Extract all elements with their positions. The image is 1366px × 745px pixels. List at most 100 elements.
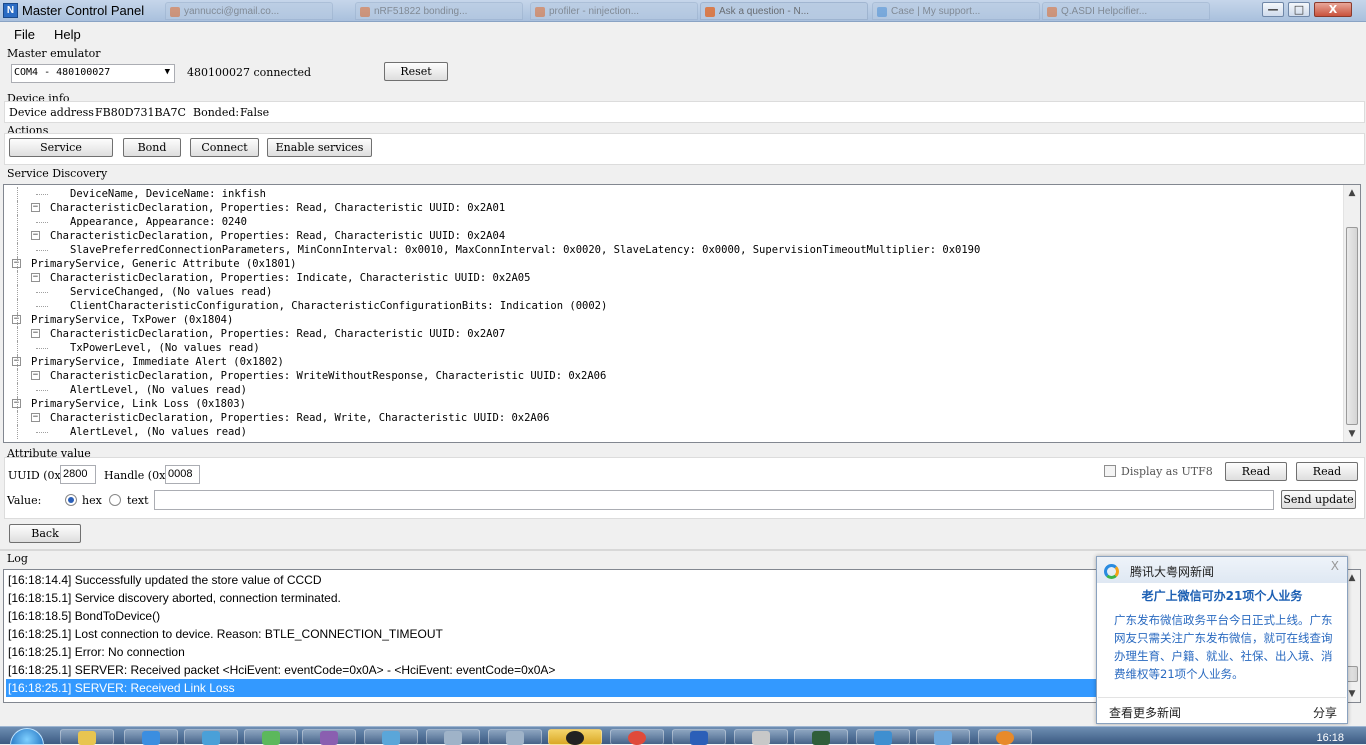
tree-guide bbox=[17, 243, 18, 257]
back-button[interactable]: Back bbox=[9, 524, 81, 543]
read-button-2[interactable]: Read bbox=[1296, 462, 1358, 481]
tree-row-service[interactable]: − PrimaryService, Generic Attribute (0x18… bbox=[4, 257, 1334, 271]
send-update-button[interactable]: Send update bbox=[1281, 490, 1356, 509]
taskbar-green-app[interactable] bbox=[244, 729, 298, 745]
tree-row-descriptor[interactable]: ServiceChanged, (No values read) bbox=[4, 285, 1334, 299]
background-tab-1[interactable]: yannucci@gmail.co... bbox=[165, 2, 333, 20]
tree-row-descriptor[interactable]: AlertLevel, (No values read) bbox=[4, 383, 1334, 397]
taskbar-chrome[interactable] bbox=[610, 729, 664, 745]
connect-button[interactable]: Connect bbox=[190, 138, 259, 157]
tree-guide bbox=[17, 215, 18, 229]
start-orb-icon[interactable] bbox=[10, 728, 44, 745]
taskbar-firefox[interactable] bbox=[978, 729, 1032, 745]
news-popup[interactable]: 腾讯大粤网新闻 X 老广上微信可办21项个人业务 广东发布微信政务平台今日正式上… bbox=[1096, 556, 1348, 724]
popup-headline[interactable]: 老广上微信可办21项个人业务 bbox=[1097, 587, 1347, 604]
app-icon: N bbox=[3, 3, 18, 18]
tree-row-descriptor[interactable]: TxPowerLevel, (No values read) bbox=[4, 341, 1334, 355]
scroll-up-icon[interactable]: ▲ bbox=[1344, 185, 1360, 201]
collapse-icon[interactable]: − bbox=[31, 371, 40, 380]
taskbar-qq[interactable] bbox=[548, 729, 602, 745]
text-radio[interactable] bbox=[109, 494, 121, 506]
menu-file[interactable]: File bbox=[14, 27, 35, 42]
taskbar-window-1[interactable] bbox=[426, 729, 480, 745]
tree-row-service[interactable]: − PrimaryService, TxPower (0x1804) bbox=[4, 313, 1334, 327]
close-button[interactable]: X bbox=[1314, 2, 1352, 17]
tree-row-characteristic[interactable]: − CharacteristicDeclaration, Properties: … bbox=[4, 201, 1334, 215]
collapse-icon[interactable]: − bbox=[31, 203, 40, 212]
tree-row-label: CharacteristicDeclaration, Properties: R… bbox=[50, 230, 506, 242]
scroll-thumb[interactable] bbox=[1346, 227, 1358, 425]
reset-button[interactable]: Reset bbox=[384, 62, 448, 81]
service-button[interactable]: Service bbox=[9, 138, 113, 157]
tree-guide bbox=[17, 229, 18, 243]
tree-row-characteristic[interactable]: − CharacteristicDeclaration, Properties: … bbox=[4, 327, 1334, 341]
taskbar-window-4[interactable] bbox=[916, 729, 970, 745]
scroll-down-icon[interactable]: ▼ bbox=[1344, 426, 1360, 442]
taskbar-media[interactable] bbox=[184, 729, 238, 745]
tree-row-characteristic[interactable]: − CharacteristicDeclaration, Properties: … bbox=[4, 411, 1334, 425]
tree-row-descriptor[interactable]: DeviceName, DeviceName: inkfish bbox=[4, 187, 1334, 201]
tree-guide bbox=[17, 425, 18, 439]
ie-icon bbox=[142, 731, 160, 745]
background-tab-6[interactable]: Q.ASDI Helpcifier... bbox=[1042, 2, 1210, 20]
taskbar-terminal[interactable] bbox=[794, 729, 848, 745]
taskbar-word[interactable] bbox=[672, 729, 726, 745]
collapse-icon[interactable]: − bbox=[31, 329, 40, 338]
taskbar-archive[interactable] bbox=[302, 729, 356, 745]
tree-scrollbar[interactable]: ▲ ▼ bbox=[1343, 185, 1360, 442]
taskbar-window-3[interactable] bbox=[734, 729, 788, 745]
tree-guide bbox=[17, 383, 18, 397]
tree-row-service[interactable]: − PrimaryService, Link Loss (0x1803) bbox=[4, 397, 1334, 411]
handle-input[interactable]: 0008 bbox=[165, 465, 200, 484]
tree-connector bbox=[36, 432, 48, 433]
taskbar-clock[interactable]: 16:18 bbox=[1316, 732, 1344, 744]
window-title: Master Control Panel bbox=[22, 3, 145, 18]
background-tab-3[interactable]: profiler - ninjection... bbox=[530, 2, 698, 20]
tree-row-descriptor[interactable]: ClientCharacteristicConfiguration, Chara… bbox=[4, 299, 1334, 313]
tree-row-descriptor[interactable]: Appearance, Appearance: 0240 bbox=[4, 215, 1334, 229]
bond-button[interactable]: Bond bbox=[123, 138, 181, 157]
read-button-1[interactable]: Read bbox=[1225, 462, 1287, 481]
tree-connector bbox=[36, 306, 48, 307]
hex-radio[interactable] bbox=[65, 494, 77, 506]
qq-penguin-icon bbox=[566, 731, 584, 745]
value-input[interactable] bbox=[154, 490, 1274, 510]
maximize-button[interactable]: □ bbox=[1288, 2, 1310, 17]
collapse-icon[interactable]: − bbox=[31, 231, 40, 240]
taskbar-ie[interactable] bbox=[124, 729, 178, 745]
tree-row-service[interactable]: − PrimaryService, Immediate Alert (0x1802… bbox=[4, 355, 1334, 369]
device-address-value: FB80D731BA7C bbox=[95, 106, 186, 119]
tree-row-label: CharacteristicDeclaration, Properties: R… bbox=[50, 412, 550, 424]
tree-row-descriptor[interactable]: SlavePreferredConnectionParameters, MinC… bbox=[4, 243, 1334, 257]
tree-row-label: SlavePreferredConnectionParameters, MinC… bbox=[70, 244, 981, 256]
popup-share-link[interactable]: 分享 bbox=[1313, 704, 1337, 721]
service-tree[interactable]: DeviceName, DeviceName: inkfish − Characte… bbox=[3, 184, 1361, 443]
popup-close-icon[interactable]: X bbox=[1331, 559, 1339, 573]
enable-services-button[interactable]: Enable services bbox=[267, 138, 372, 157]
background-tab-5[interactable]: Case | My support... bbox=[872, 2, 1040, 20]
tree-connector bbox=[36, 194, 48, 195]
tree-row-characteristic[interactable]: − CharacteristicDeclaration, Properties: … bbox=[4, 229, 1334, 243]
port-select[interactable]: COM4 - 480100027 ▼ bbox=[11, 64, 175, 83]
taskbar-explorer[interactable] bbox=[60, 729, 114, 745]
splitter[interactable] bbox=[0, 549, 1366, 551]
display-utf8-checkbox[interactable] bbox=[1104, 465, 1116, 477]
minimize-button[interactable]: — bbox=[1262, 2, 1284, 17]
menu-help[interactable]: Help bbox=[54, 27, 81, 42]
taskbar-vs[interactable] bbox=[856, 729, 910, 745]
vs-icon bbox=[874, 731, 892, 745]
background-tab-2[interactable]: nRF51822 bonding... bbox=[355, 2, 523, 20]
popup-more-link[interactable]: 查看更多新闻 bbox=[1109, 704, 1181, 721]
uuid-input[interactable]: 2800 bbox=[60, 465, 96, 484]
popup-body[interactable]: 广东发布微信政务平台今日正式上线。广东网友只需关注广东发布微信，就可在线查询办理… bbox=[1114, 611, 1336, 683]
tree-row-characteristic[interactable]: − CharacteristicDeclaration, Properties: … bbox=[4, 369, 1334, 383]
menu-bar: File Help bbox=[0, 23, 1366, 45]
background-tab-4[interactable]: Ask a question - N... bbox=[700, 2, 868, 20]
taskbar-search[interactable] bbox=[364, 729, 418, 745]
title-bar[interactable]: N Master Control Panel yannucci@gmail.co… bbox=[0, 0, 1366, 22]
collapse-icon[interactable]: − bbox=[31, 413, 40, 422]
tree-row-descriptor[interactable]: AlertLevel, (No values read) bbox=[4, 425, 1334, 439]
collapse-icon[interactable]: − bbox=[31, 273, 40, 282]
tree-row-characteristic[interactable]: − CharacteristicDeclaration, Properties: … bbox=[4, 271, 1334, 285]
taskbar-window-2[interactable] bbox=[488, 729, 542, 745]
